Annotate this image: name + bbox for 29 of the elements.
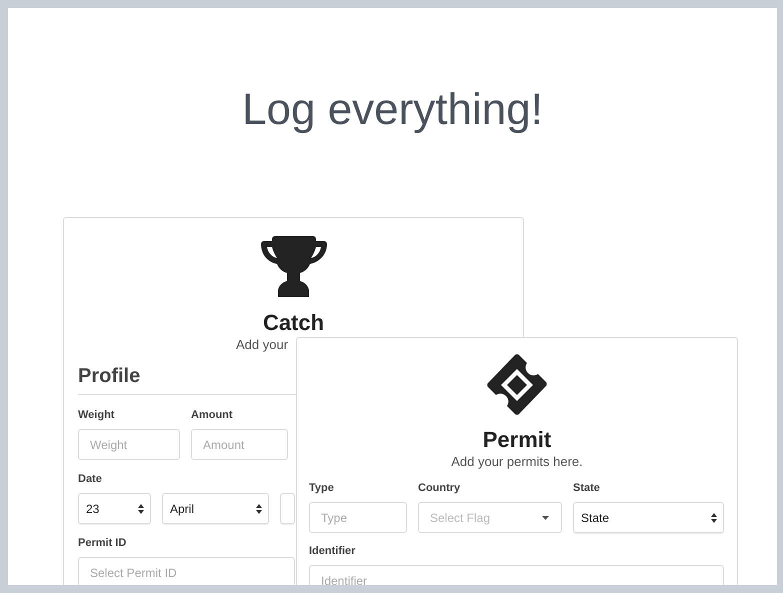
field-label: Permit ID [78, 536, 128, 549]
field-label: Amount [191, 408, 234, 421]
card-title: Catch [262, 310, 324, 336]
ticket-icon [485, 353, 549, 417]
text-field[interactable]: Amount [191, 429, 288, 460]
field-label: Identifier [309, 544, 356, 557]
select-field[interactable] [280, 493, 295, 524]
field-label: Date [78, 472, 103, 485]
card-subtitle: Add your permits here. [451, 453, 583, 471]
text-field[interactable]: Identifier [309, 565, 724, 585]
field-label: Country [418, 481, 462, 494]
field-label: Weight [78, 408, 116, 421]
select-field[interactable]: 23 [78, 493, 151, 524]
select-field[interactable]: State [573, 502, 724, 533]
section-heading: Profile [78, 364, 140, 389]
text-field[interactable]: Type [309, 502, 407, 533]
trophy-icon [260, 236, 326, 297]
up-down-arrows-icon [256, 504, 262, 514]
text-field[interactable]: Select Permit ID [78, 557, 295, 585]
card-subtitle: Add your [236, 336, 288, 354]
text-field[interactable]: Weight [78, 429, 180, 460]
field-label: Type [309, 481, 335, 494]
page-heading: Log everything! [242, 86, 543, 134]
up-down-arrows-icon [711, 512, 717, 522]
card-title: Permit [482, 427, 552, 453]
field-label: State [573, 481, 601, 494]
caret-down-icon [542, 516, 549, 520]
select-field[interactable]: April [162, 493, 269, 524]
up-down-arrows-icon [138, 504, 144, 514]
